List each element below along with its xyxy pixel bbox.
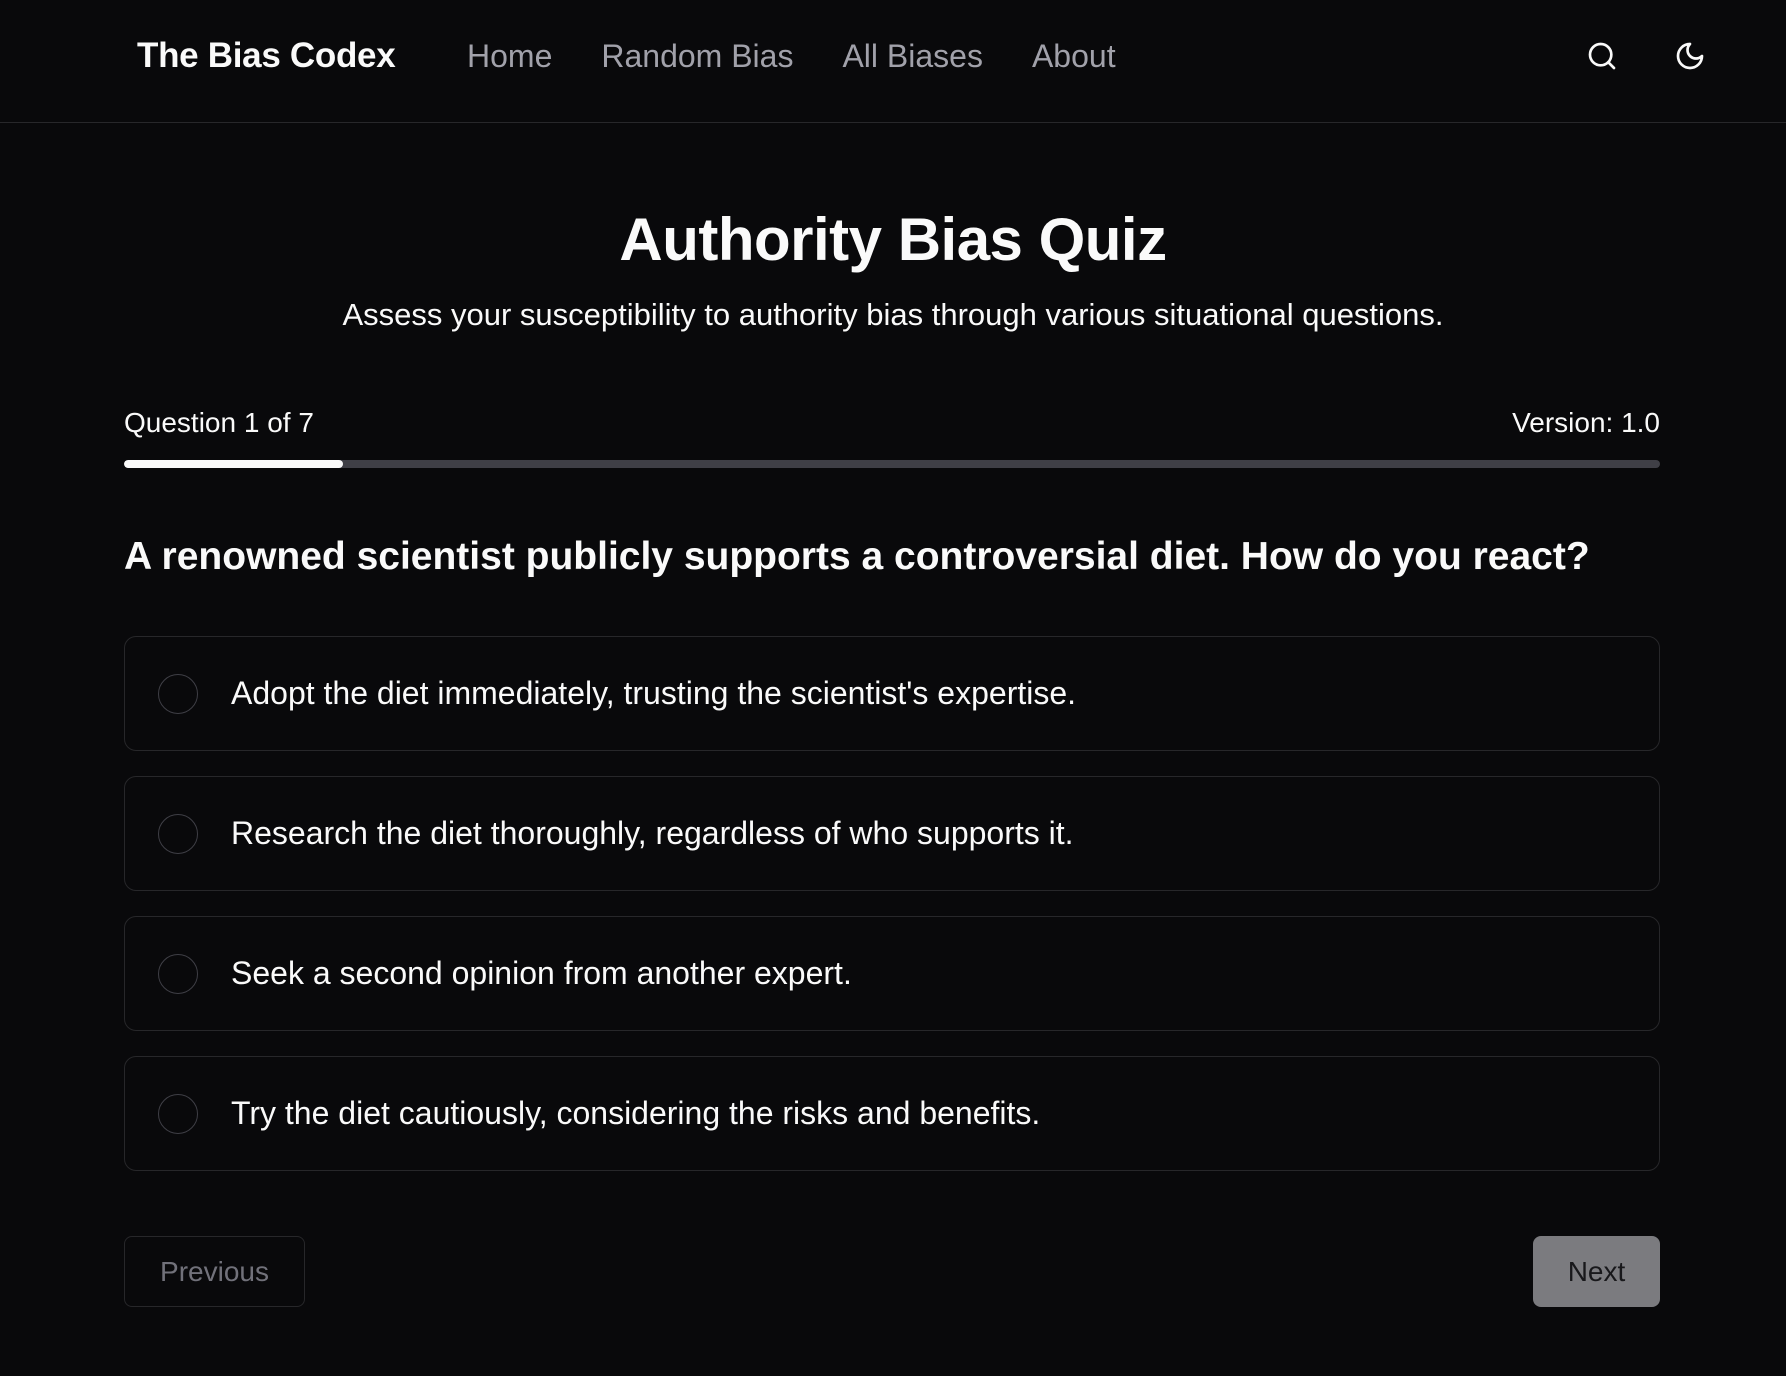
page-subtitle: Assess your susceptibility to authority … [342,297,1444,332]
answer-option-label: Seek a second opinion from another exper… [231,955,852,991]
nav-link-about[interactable]: About [1032,38,1116,75]
previous-button[interactable]: Previous [124,1236,305,1307]
answer-option[interactable]: Adopt the diet immediately, trusting the… [124,636,1660,751]
moon-icon [1676,42,1704,70]
progress-meta: Question 1 of 7 Version: 1.0 [124,407,1660,439]
nav-links: Home Random Bias All Biases About [467,38,1116,75]
nav-link-all-biases[interactable]: All Biases [842,38,983,75]
question-text: A renowned scientist publicly supports a… [124,535,1590,578]
answer-option[interactable]: Try the diet cautiously, considering the… [124,1056,1660,1171]
answer-option-label: Try the diet cautiously, considering the… [231,1095,1041,1131]
top-navbar: The Bias Codex Home Random Bias All Bias… [0,0,1786,123]
radio-button[interactable] [158,953,198,994]
question-counter: Question 1 of 7 [124,407,314,438]
radio-button[interactable] [158,813,198,854]
answer-option[interactable]: Research the diet thoroughly, regardless… [124,776,1660,891]
progress-bar [124,460,1660,468]
search-button[interactable] [1586,40,1618,72]
answer-options: Adopt the diet immediately, trusting the… [124,636,1660,1196]
radio-button[interactable] [158,673,198,714]
progress-bar-fill [124,460,344,468]
search-icon [1588,42,1616,70]
theme-toggle-button[interactable] [1674,40,1706,72]
answer-option-label: Adopt the diet immediately, trusting the… [231,675,1077,711]
radio-button[interactable] [158,1093,198,1134]
brand-logo-link[interactable]: The Bias Codex [137,36,396,76]
next-button[interactable]: Next [1533,1236,1660,1307]
version-label: Version: 1.0 [1512,407,1660,438]
nav-link-home[interactable]: Home [467,38,552,75]
answer-option-label: Research the diet thoroughly, regardless… [231,815,1074,851]
nav-link-random-bias[interactable]: Random Bias [601,38,793,75]
page-title: Authority Bias Quiz [619,206,1167,273]
answer-option[interactable]: Seek a second opinion from another exper… [124,916,1660,1031]
